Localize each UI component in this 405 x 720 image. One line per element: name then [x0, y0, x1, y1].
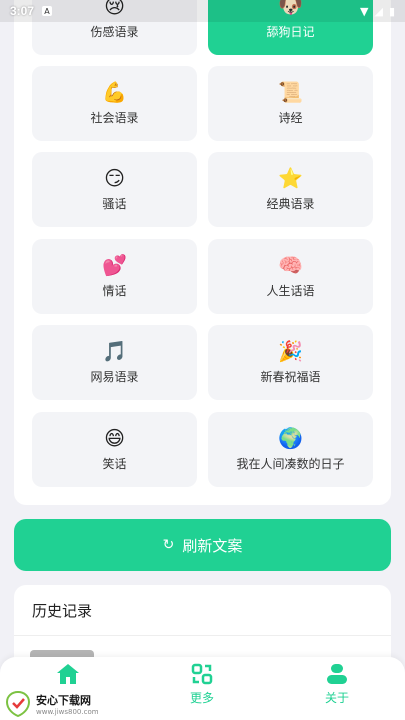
- nav-more-label: 更多: [189, 691, 214, 705]
- category-label: 笑话: [102, 457, 127, 471]
- swap-icon: [191, 663, 213, 685]
- watermark-logo: 安心下载网 www.jiws800.com: [4, 690, 114, 718]
- category-label: 人生话语: [266, 284, 315, 298]
- wifi-icon: ▼: [360, 4, 369, 18]
- refresh-label: 刷新文案: [182, 536, 243, 555]
- history-divider: [14, 635, 391, 636]
- category-label: 骚话: [102, 197, 127, 211]
- category-tile-2[interactable]: 💪 社会语录: [32, 66, 197, 141]
- category-tile-8[interactable]: 🎵 网易语录: [32, 325, 197, 400]
- status-icons: ▼ ◢ ▮: [360, 5, 395, 18]
- category-emoji: ⭐: [278, 166, 303, 190]
- nav-about-label: 关于: [324, 691, 349, 705]
- category-tile-3[interactable]: 📜 诗经: [208, 66, 373, 141]
- category-label: 新春祝福语: [260, 370, 321, 384]
- category-label: 经典语录: [266, 197, 315, 211]
- category-emoji: 😏: [104, 166, 125, 190]
- history-title: 历史记录: [32, 602, 93, 620]
- category-label: 社会语录: [90, 111, 139, 125]
- signal-icon: ◢: [374, 4, 383, 18]
- category-tile-9[interactable]: 🎉 新春祝福语: [208, 325, 373, 400]
- battery-icon: ▮: [388, 4, 395, 18]
- status-bar: 3:07 A ▼ ◢ ▮: [0, 0, 405, 22]
- category-label: 伤感语录: [90, 25, 139, 39]
- category-label: 我在人间凑数的日子: [236, 457, 345, 471]
- home-icon: [57, 664, 79, 684]
- category-emoji: 💕: [102, 253, 127, 277]
- category-tile-4[interactable]: 😏 骚话: [32, 152, 197, 227]
- category-label: 诗经: [278, 111, 303, 125]
- user-icon: [327, 664, 347, 684]
- category-tile-7[interactable]: 🧠 人生话语: [208, 239, 373, 314]
- category-emoji: 🎵: [102, 339, 127, 363]
- category-label: 网易语录: [90, 370, 139, 384]
- notification-icon: A: [42, 6, 53, 16]
- refresh-button[interactable]: ↻ 刷新文案: [14, 519, 391, 571]
- category-tile-5[interactable]: ⭐ 经典语录: [208, 152, 373, 227]
- category-emoji: 🎉: [278, 339, 303, 363]
- shield-logo-icon: [5, 691, 31, 717]
- nav-about[interactable]: 关于: [297, 663, 377, 715]
- category-emoji: 💪: [102, 80, 127, 104]
- watermark-name: 安心下载网: [36, 694, 91, 707]
- category-label: 舔狗日记: [266, 25, 315, 39]
- category-emoji: 📜: [278, 80, 303, 104]
- category-tile-11[interactable]: 🌍 我在人间凑数的日子: [208, 412, 373, 487]
- refresh-icon: ↻: [162, 537, 175, 553]
- nav-more[interactable]: 更多: [162, 663, 242, 715]
- watermark-url: www.jiws800.com: [36, 708, 99, 716]
- category-tile-6[interactable]: 💕 情话: [32, 239, 197, 314]
- category-emoji: 🌍: [278, 426, 303, 450]
- category-emoji: 🧠: [278, 253, 303, 277]
- category-tile-10[interactable]: 😄 笑话: [32, 412, 197, 487]
- status-time: 3:07: [10, 4, 35, 18]
- category-emoji: 😄: [104, 426, 125, 450]
- category-label: 情话: [102, 284, 127, 298]
